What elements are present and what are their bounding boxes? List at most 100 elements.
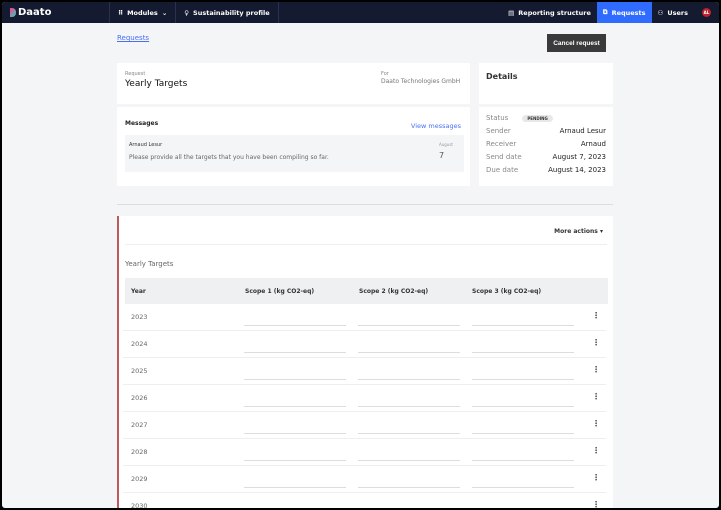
modules-label: Modules	[127, 8, 158, 17]
scope2-input[interactable]	[358, 406, 460, 407]
requests-link[interactable]: ⧉ Requests	[596, 2, 652, 23]
users-link[interactable]: ⚇ Users	[652, 2, 694, 23]
caret-down-icon: ▾	[599, 228, 603, 235]
scope3-input[interactable]	[472, 352, 574, 353]
divider	[117, 204, 613, 205]
users-label: Users	[667, 8, 688, 17]
kebab-menu-icon[interactable]: ⋮	[592, 500, 600, 508]
view-messages-link[interactable]: View messages	[411, 122, 461, 130]
status-badge: PENDING	[522, 114, 553, 122]
request-label: Request	[125, 71, 146, 77]
grid-icon: ⠿	[118, 8, 124, 17]
scope2-input[interactable]	[358, 379, 460, 380]
scope3-input[interactable]	[472, 460, 574, 461]
scope3-input[interactable]	[472, 433, 574, 434]
table-row: 2029 ⋮	[123, 466, 606, 493]
details-card: Status PENDING Sender Arnaud Lesur Receive…	[479, 107, 613, 186]
year-cell: 2026	[131, 394, 148, 402]
cancel-request-button[interactable]: Cancel request	[547, 34, 606, 52]
scope3-input[interactable]	[472, 379, 574, 380]
more-actions-button[interactable]: More actions ▾	[554, 228, 603, 235]
table-row: 2027 ⋮	[123, 412, 606, 439]
request-header-card: Request Yearly Targets For Daato Technol…	[117, 63, 470, 104]
more-actions-label: More actions	[554, 228, 598, 235]
year-cell: 2029	[131, 475, 148, 483]
kebab-menu-icon[interactable]: ⋮	[592, 419, 600, 428]
detail-value: August 14, 2023	[548, 166, 606, 174]
brand-logo[interactable]: Daato	[2, 2, 110, 23]
detail-row-receiver: Receiver Arnaud	[486, 140, 606, 148]
scope3-input[interactable]	[472, 406, 574, 407]
detail-label: Due date	[486, 166, 519, 174]
scope1-input[interactable]	[244, 325, 346, 326]
sustainability-profile-link[interactable]: ♀ Sustainability profile	[176, 2, 279, 23]
kebab-menu-icon[interactable]: ⋮	[592, 446, 600, 455]
message-item[interactable]: Arnaud Lesur Please provide all the targ…	[125, 135, 464, 172]
scope1-input[interactable]	[244, 433, 346, 434]
scope1-input[interactable]	[244, 379, 346, 380]
kebab-menu-icon[interactable]: ⋮	[592, 392, 600, 401]
status-label: Status	[486, 114, 509, 122]
scope1-input[interactable]	[244, 487, 346, 488]
scope2-input[interactable]	[358, 352, 460, 353]
header-year: Year	[131, 288, 146, 295]
for-label: For	[381, 71, 389, 77]
header-scope2: Scope 2 (kg CO2-eq)	[359, 288, 429, 295]
detail-label: Sender	[486, 127, 511, 135]
brand-name: Daato	[18, 7, 52, 18]
year-cell: 2023	[131, 313, 148, 321]
top-nav: Daato ⠿ Modules ⌄ ♀ Sustainability profile …	[2, 2, 719, 23]
table-header: Year Scope 1 (kg CO2-eq) Scope 2 (kg CO2…	[125, 278, 608, 304]
scope1-input[interactable]	[244, 352, 346, 353]
for-value: Daato Technologies GmbH	[381, 78, 461, 85]
sustainability-label: Sustainability profile	[193, 8, 270, 17]
structure-icon: ▤	[508, 8, 515, 17]
message-day: 7	[439, 151, 445, 160]
table-row: 2024 ⋮	[123, 331, 606, 358]
bulb-icon: ♀	[184, 8, 190, 17]
scope1-input[interactable]	[244, 406, 346, 407]
year-cell: 2025	[131, 367, 148, 375]
requests-label: Requests	[611, 8, 646, 17]
message-text: Please provide all the targets that you …	[129, 154, 329, 161]
table-row: 2030 ⋮	[123, 493, 606, 508]
message-month: August	[439, 142, 453, 147]
detail-value: Arnaud	[580, 140, 606, 148]
scope3-input[interactable]	[472, 325, 574, 326]
kebab-menu-icon[interactable]: ⋮	[592, 338, 600, 347]
detail-row-send-date: Send date August 7, 2023	[486, 153, 606, 161]
messages-title: Messages	[125, 120, 159, 127]
year-cell: 2027	[131, 421, 148, 429]
scope2-input[interactable]	[358, 433, 460, 434]
header-scope3: Scope 3 (kg CO2-eq)	[472, 288, 542, 295]
breadcrumb-requests[interactable]: Requests	[117, 34, 149, 42]
request-title: Yearly Targets	[125, 79, 188, 89]
year-cell: 2028	[131, 448, 148, 456]
kebab-menu-icon[interactable]: ⋮	[592, 473, 600, 482]
table-row: 2025 ⋮	[123, 358, 606, 385]
logo-mark-icon	[10, 8, 16, 17]
scope1-input[interactable]	[244, 460, 346, 461]
table-row: 2026 ⋮	[123, 385, 606, 412]
scope2-input[interactable]	[358, 325, 460, 326]
header-scope1: Scope 1 (kg CO2-eq)	[245, 288, 315, 295]
reporting-structure-link[interactable]: ▤ Reporting structure	[502, 2, 597, 23]
detail-label: Send date	[486, 153, 522, 161]
detail-label: Receiver	[486, 140, 517, 148]
users-icon: ⚇	[657, 8, 664, 17]
scope3-input[interactable]	[472, 487, 574, 488]
detail-row-due-date: Due date August 14, 2023	[486, 166, 606, 174]
kebab-menu-icon[interactable]: ⋮	[592, 311, 600, 320]
avatar[interactable]: AL	[702, 8, 711, 17]
year-cell: 2024	[131, 340, 148, 348]
scope2-input[interactable]	[358, 460, 460, 461]
divider	[125, 244, 607, 245]
message-sender: Arnaud Lesur	[129, 142, 163, 148]
table-title: Yearly Targets	[125, 260, 174, 268]
kebab-menu-icon[interactable]: ⋮	[592, 365, 600, 374]
modules-menu[interactable]: ⠿ Modules ⌄	[110, 2, 177, 23]
detail-value: August 7, 2023	[552, 153, 606, 161]
requests-icon: ⧉	[602, 8, 608, 16]
scope2-input[interactable]	[358, 487, 460, 488]
chevron-down-icon: ⌄	[161, 8, 168, 17]
